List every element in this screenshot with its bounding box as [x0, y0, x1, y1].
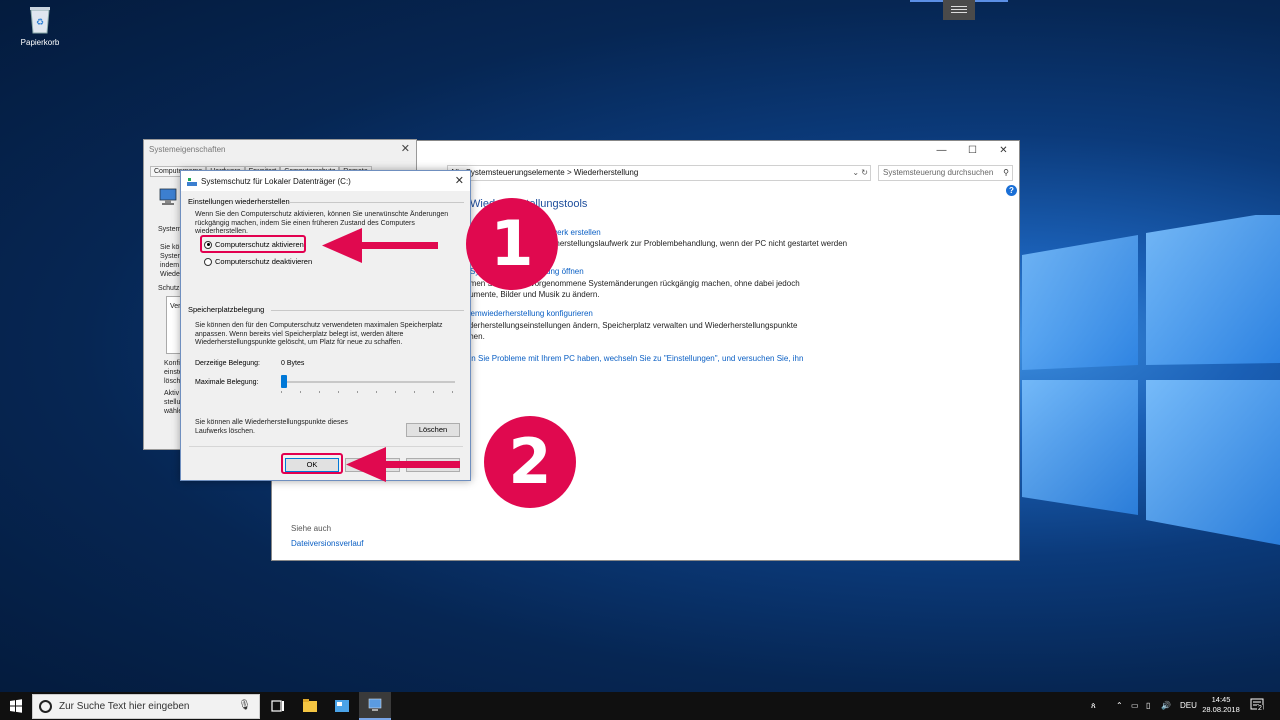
task-view-icon[interactable] [262, 692, 294, 720]
close-icon[interactable]: ✕ [455, 174, 464, 187]
recycle-bin-label: Papierkorb [20, 38, 60, 47]
system-protection-icon [187, 178, 197, 186]
taskbar: Zur Suche Text hier eingeben 🎙 ጰ ⌃ ▭ ▯ 🔊… [0, 692, 1280, 720]
system-fragment: System [158, 226, 182, 233]
windows-logo-wallpaper [1022, 215, 1280, 545]
configure-restore-link[interactable]: Systemwiederherstellung konfigurieren [455, 309, 593, 318]
action-center-icon[interactable]: 2 [1250, 698, 1264, 712]
slider-ticks [281, 391, 455, 393]
group-divider [289, 202, 464, 203]
address-bar[interactable]: Alle Systemsteuerungselemente > Wiederhe… [447, 165, 871, 181]
microphone-icon[interactable]: 🎙 [238, 700, 251, 711]
clock[interactable]: 14:45 28.08.2018 [1199, 695, 1243, 715]
highlight-ok-button [281, 453, 343, 474]
language-indicator[interactable]: DEU [1180, 692, 1197, 720]
file-history-link[interactable]: Dateiversionsverlauf [291, 539, 363, 548]
step-1-badge: 1 [466, 198, 558, 290]
slider-thumb[interactable] [281, 375, 287, 388]
delete-description: Sie können alle Wiederherstellungspunkte… [195, 419, 348, 435]
help-icon[interactable]: ? [1006, 185, 1017, 196]
delete-button[interactable]: Löschen [406, 423, 460, 437]
clock-time: 14:45 [1211, 695, 1231, 704]
clock-date: 28.08.2018 [1202, 705, 1240, 714]
disk-space-heading: Speicherplatzbelegung [188, 305, 265, 314]
control-panel-taskbar-icon[interactable] [326, 692, 358, 720]
show-hidden-icons-icon[interactable]: ⌃ [1116, 692, 1123, 720]
recycle-bin-icon: ♻ [30, 7, 50, 34]
people-icon[interactable]: ጰ [1091, 692, 1096, 720]
network-icon[interactable]: ▭ [1131, 692, 1139, 720]
notification-count: 2 [1257, 705, 1263, 712]
computer-icon [159, 188, 177, 205]
taskbar-search-placeholder: Zur Suche Text hier eingeben [59, 701, 190, 712]
svg-text:♻: ♻ [36, 17, 44, 27]
file-explorer-icon[interactable] [294, 692, 326, 720]
search-icon: ⚲ [1003, 168, 1009, 177]
current-usage-value: 0 Bytes [281, 360, 305, 367]
cortana-icon [39, 700, 52, 713]
slider-track [281, 381, 455, 383]
highlight-enable-protection [200, 235, 306, 253]
radio-unselected-icon [204, 257, 212, 266]
see-also-heading: Siehe auch [291, 524, 332, 533]
recycle-bin-shortcut[interactable]: ♻ Papierkorb [14, 4, 66, 47]
max-usage-label: Maximale Belegung: [195, 379, 259, 386]
current-usage-label: Derzeitige Belegung: [195, 360, 260, 367]
dialog-title: Systemschutz für Lokaler Datenträger (C:… [201, 177, 351, 186]
taskbar-search-input[interactable]: Zur Suche Text hier eingeben 🎙 [32, 694, 260, 719]
control-panel-search-input[interactable]: Systemsteuerung durchsuchen ⚲ [878, 165, 1013, 181]
arrow-2-icon [346, 447, 460, 482]
maximize-icon[interactable]: ☐ [957, 141, 988, 161]
group-divider [271, 310, 464, 311]
minimize-icon[interactable]: — [926, 141, 957, 161]
arrow-1-icon [322, 228, 438, 263]
system-protection-dialog: Systemschutz für Lokaler Datenträger (C:… [180, 170, 471, 481]
restore-settings-heading: Einstellungen wiederherstellen [188, 197, 290, 206]
close-icon[interactable]: ✕ [401, 142, 410, 155]
open-restore-desc-2: Dokumente, Bilder und Musik zu ändern. [455, 290, 600, 299]
battery-icon[interactable]: ▯ [1146, 692, 1150, 720]
protection-fragment: Schutz [158, 285, 180, 292]
close-icon[interactable]: ✕ [988, 141, 1019, 161]
reset-pc-link[interactable]: Wenn Sie Probleme mit Ihrem PC haben, we… [455, 354, 803, 363]
max-usage-slider[interactable] [281, 375, 455, 395]
windows-start-icon[interactable] [0, 692, 32, 720]
disk-space-description: Sie können den für den Computerschutz ve… [195, 322, 443, 346]
volume-icon[interactable]: 🔊 [1161, 692, 1171, 720]
refresh-icon[interactable]: ⌄ ↻ [852, 166, 868, 180]
window-title: Systemeigenschaften [149, 145, 226, 154]
drives-list-header: Ver [170, 303, 181, 310]
breadcrumb: Alle Systemsteuerungselemente > Wiederhe… [450, 168, 639, 177]
step-2-badge: 2 [484, 416, 576, 508]
disable-protection-radio[interactable]: Computerschutz deaktivieren [204, 257, 312, 266]
system-properties-taskbar-icon [368, 698, 382, 711]
menu-handle[interactable] [943, 0, 975, 20]
disable-protection-label: Computerschutz deaktivieren [215, 257, 313, 266]
configure-restore-desc-1: Wiederherstellungseinstellungen ändern, … [455, 321, 798, 330]
system-properties-taskbar-button[interactable] [359, 692, 391, 720]
